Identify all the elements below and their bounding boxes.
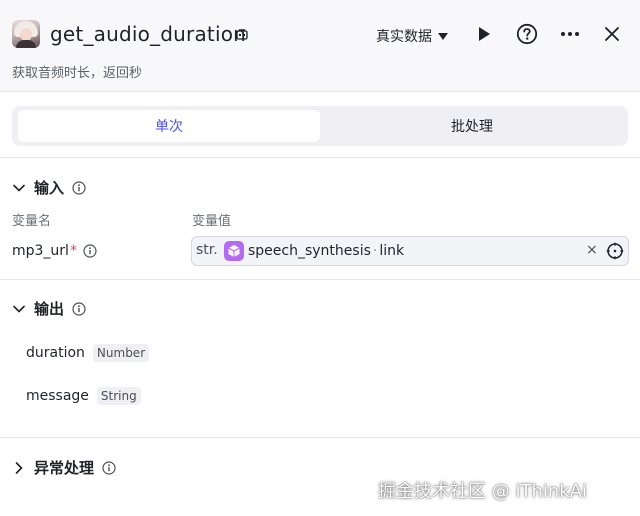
ref-field-name: link — [379, 243, 405, 259]
info-icon[interactable] — [72, 301, 86, 316]
input-section-label: 输入 — [34, 179, 65, 197]
input-var-name: mp3_url * — [12, 243, 97, 259]
help-button[interactable] — [515, 22, 539, 46]
output-field: duration Number — [26, 344, 150, 362]
panel-header: get_audio_duration 获取音频时长，返回秒 真实数据 — [0, 0, 640, 92]
output-section-label: 输出 — [34, 300, 65, 318]
plugin-icon — [236, 29, 248, 40]
data-mode-label: 真实数据 — [376, 29, 432, 45]
output-field-type: String — [96, 387, 141, 405]
run-mode-tabs: 单次 批处理 — [12, 106, 628, 146]
required-mark: * — [69, 243, 77, 259]
type-tag: str. — [196, 242, 218, 258]
exception-section-label: 异常处理 — [34, 459, 95, 477]
divider — [0, 157, 640, 158]
divider — [0, 279, 640, 280]
chevron-down-icon — [12, 181, 26, 195]
var-name-text: mp3_url — [12, 243, 69, 259]
node-avatar — [12, 20, 40, 48]
chevron-right-icon — [12, 461, 26, 475]
tab-batch[interactable]: 批处理 — [322, 110, 622, 142]
chevron-down-icon — [12, 302, 26, 316]
caret-down-icon — [438, 32, 448, 40]
cube-icon — [224, 241, 244, 261]
close-button[interactable] — [600, 22, 624, 46]
column-header-name: 变量名 — [12, 214, 52, 229]
output-field-name: message — [26, 388, 89, 404]
variable-value-field[interactable]: str. speech_synthesis · link × — [191, 236, 629, 266]
input-section-toggle[interactable]: 输入 — [12, 177, 86, 198]
play-icon — [479, 27, 490, 41]
data-mode-select[interactable]: 真实数据 — [376, 26, 448, 46]
variable-reference[interactable]: speech_synthesis · link — [224, 240, 404, 262]
more-button[interactable] — [558, 22, 582, 46]
output-field-type: Number — [92, 344, 150, 362]
column-header-value: 变量值 — [192, 214, 232, 229]
info-icon[interactable] — [83, 244, 97, 258]
info-icon[interactable] — [102, 460, 116, 475]
node-test-panel: get_audio_duration 获取音频时长，返回秒 真实数据 单次 批处… — [0, 0, 640, 516]
node-title: get_audio_duration — [50, 22, 247, 46]
more-icon — [561, 32, 579, 36]
clear-button[interactable]: × — [586, 242, 598, 258]
close-icon — [605, 27, 619, 41]
ref-node-name: speech_synthesis — [248, 243, 371, 259]
ref-separator: · — [372, 243, 378, 259]
exception-section-toggle[interactable]: 异常处理 — [12, 457, 116, 478]
help-icon — [516, 23, 538, 45]
watermark: 掘金技术社区 @ iThinkAi — [378, 481, 587, 502]
output-field: message String — [26, 387, 141, 405]
target-icon[interactable] — [606, 242, 624, 260]
info-icon[interactable] — [72, 180, 86, 195]
divider — [0, 437, 640, 438]
run-button[interactable] — [472, 22, 496, 46]
output-field-name: duration — [26, 345, 85, 361]
node-description: 获取音频时长，返回秒 — [12, 66, 143, 81]
output-section-toggle[interactable]: 输出 — [12, 298, 86, 319]
tab-single[interactable]: 单次 — [18, 110, 320, 142]
